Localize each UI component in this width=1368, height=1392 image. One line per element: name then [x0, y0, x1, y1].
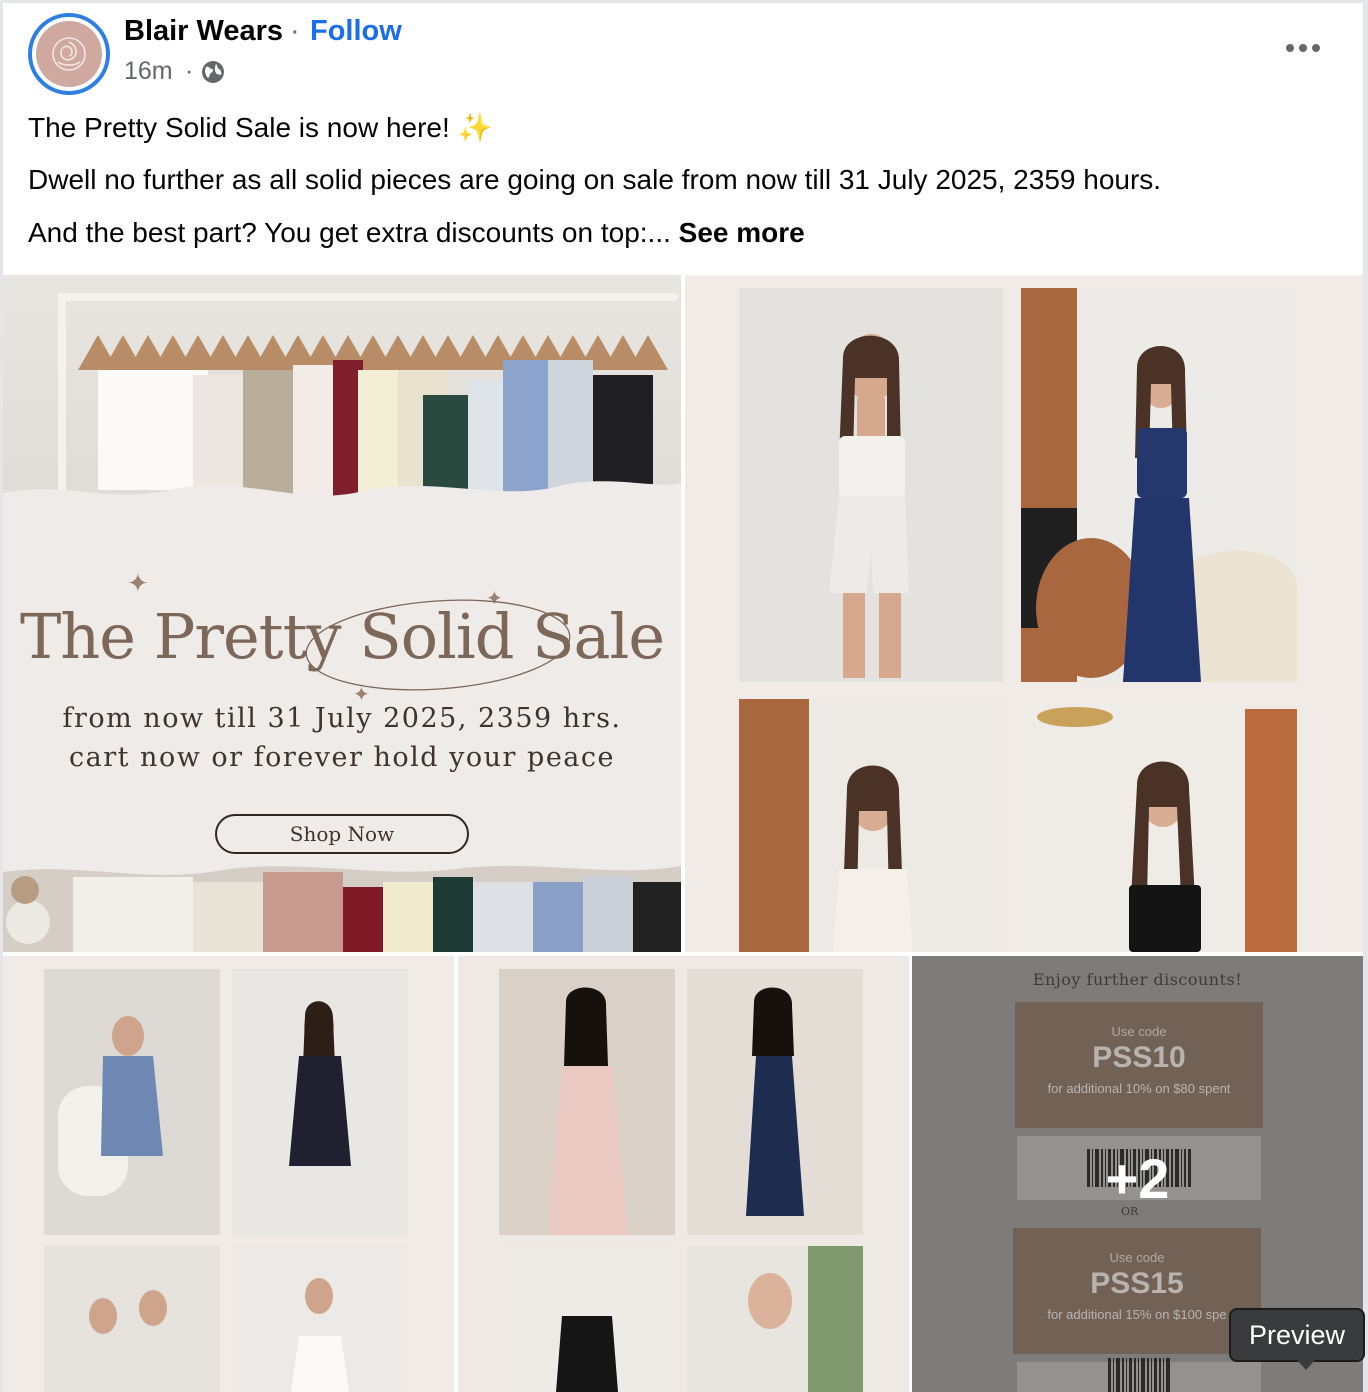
banner-title: The Pretty Solid Sale — [19, 600, 665, 673]
more-options-icon[interactable] — [1278, 31, 1328, 65]
model-white-set-image — [739, 288, 1003, 682]
see-more-link[interactable]: See more — [679, 217, 805, 248]
clothing-bottom-image — [3, 862, 681, 952]
follow-button[interactable]: Follow — [310, 15, 402, 48]
banner-subtitle-dates: from now till 31 July 2025, 2359 hrs. — [62, 703, 622, 734]
rose-logo-icon — [36, 21, 102, 87]
model-collage-photo[interactable] — [685, 275, 1363, 952]
globe-icon — [202, 61, 224, 83]
sale-banner-photo[interactable]: ✦ ✦ ✦ The Pretty Solid Sale from now til… — [3, 275, 681, 952]
more-photos-count: +2 — [1105, 1147, 1170, 1210]
model-navy-set-image — [1021, 288, 1297, 682]
skirt-collage-photo[interactable] — [458, 956, 909, 1392]
sparkles-icon: ✨ — [457, 112, 493, 143]
author-name[interactable]: Blair Wears — [124, 15, 283, 48]
post-text-line-1: The Pretty Solid Sale is now here! ✨ — [28, 112, 493, 143]
timestamp-separator: · — [185, 57, 194, 85]
post-text-line-2: Dwell no further as all solid pieces are… — [28, 164, 1162, 195]
clothing-rack-image — [3, 275, 681, 525]
dress-collage-photo[interactable] — [3, 956, 454, 1392]
header-separator: · — [290, 15, 300, 47]
shop-now-button: Shop Now — [215, 814, 469, 854]
banner-subtitle-tagline: cart now or forever hold your peace — [69, 742, 615, 773]
post-text-line-3: And the best part? You get extra discoun… — [28, 217, 805, 248]
page-avatar[interactable] — [28, 13, 110, 95]
model-black-tube-image — [1025, 699, 1297, 952]
model-vest-image — [739, 699, 1003, 952]
tooltip-arrow — [1297, 1360, 1315, 1370]
photo-grid: ✦ ✦ ✦ The Pretty Solid Sale from now til… — [3, 275, 1363, 1392]
post-timestamp[interactable]: 16m — [124, 57, 173, 86]
preview-tooltip: Preview — [1229, 1308, 1365, 1362]
sparkle-decoration-icon: ✦ — [127, 568, 149, 598]
facebook-post: Blair Wears · Follow 16m · The Pretty So… — [3, 3, 1363, 1392]
